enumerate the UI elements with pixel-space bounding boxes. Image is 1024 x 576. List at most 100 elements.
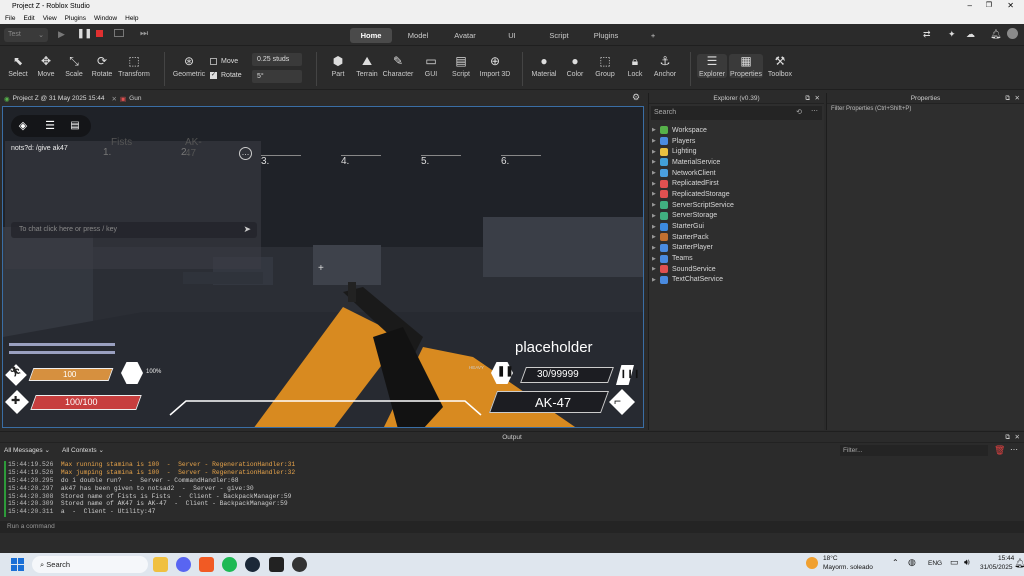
chevron-right-icon[interactable]: ▶ xyxy=(652,202,660,208)
spotify-icon[interactable] xyxy=(222,557,237,572)
anchor-button[interactable]: ⚓︎ Anchor xyxy=(650,54,680,78)
gui-button[interactable]: ▭ GUI xyxy=(416,54,446,78)
chevron-right-icon[interactable]: ▶ xyxy=(652,245,660,251)
material-button[interactable]: ● Material xyxy=(529,54,559,78)
maximize-button[interactable]: ❐ xyxy=(986,1,992,9)
more-options-icon[interactable]: ⋯ xyxy=(811,107,818,115)
brave-icon[interactable] xyxy=(199,557,214,572)
explorer-item[interactable]: ▶ Players xyxy=(649,136,824,147)
explorer-item[interactable]: ▶ StarterPack xyxy=(649,232,824,243)
hotbar-slot-1[interactable]: 1. Fists xyxy=(103,137,132,158)
file-explorer-icon[interactable] xyxy=(153,557,168,572)
close-icon[interactable]: ✕ xyxy=(1015,93,1020,104)
chevron-right-icon[interactable]: ▶ xyxy=(652,181,660,187)
geometric-button[interactable]: ⊛ Geometric xyxy=(171,54,207,78)
add-tab-button[interactable]: + xyxy=(644,28,662,43)
chevron-right-icon[interactable]: ▶ xyxy=(652,138,660,144)
mode-dropdown[interactable]: Test ⌄ xyxy=(4,28,48,42)
windows-start-icon[interactable] xyxy=(11,558,24,571)
clock-date[interactable]: 31/05/2025 xyxy=(980,564,1013,571)
menu-window[interactable]: Window xyxy=(94,15,117,22)
output-filter-input[interactable]: Filter... xyxy=(840,445,988,456)
hotbar-slot-3[interactable]: 3. xyxy=(261,155,301,167)
more-options-icon[interactable]: … xyxy=(239,147,252,160)
command-bar-input[interactable]: Run a command xyxy=(0,521,1024,533)
chevron-right-icon[interactable]: ▶ xyxy=(652,256,660,262)
explorer-item[interactable]: ▶ Teams xyxy=(649,253,824,264)
hotbar-slot-6[interactable]: 6. xyxy=(501,155,541,167)
minimize-button[interactable]: – xyxy=(968,1,972,10)
explorer-item[interactable]: ▶ MaterialService xyxy=(649,157,824,168)
roblox-menu-icon[interactable]: ◈ xyxy=(14,117,32,135)
clock-time[interactable]: 15:44 xyxy=(998,555,1014,562)
move-tool-button[interactable]: ✥ Move xyxy=(31,54,61,78)
chevron-right-icon[interactable]: ▶ xyxy=(652,149,660,155)
game-viewport[interactable]: ◈ ☰ ▤ nots?d: /give ak47 … To chat click… xyxy=(2,106,644,428)
explorer-item[interactable]: ▶ ReplicatedStorage xyxy=(649,189,824,200)
rotate-tool-button[interactable]: ⟳ Rotate xyxy=(87,54,117,78)
properties-panel-button[interactable]: ▦ Properties xyxy=(729,54,763,78)
scale-tool-button[interactable]: ⤡ Scale xyxy=(59,54,89,78)
tab-plugins[interactable]: Plugins xyxy=(586,28,626,43)
explorer-item[interactable]: ▶ TextChatService xyxy=(649,275,824,286)
part-button[interactable]: ⬢ Part xyxy=(323,54,353,78)
play-icon[interactable]: ▶ xyxy=(58,29,65,40)
chevron-right-icon[interactable]: ▶ xyxy=(652,170,660,176)
explorer-item[interactable]: ▶ ServerStorage xyxy=(649,211,824,222)
contexts-filter-dropdown[interactable]: All Contexts ⌄ xyxy=(62,446,104,454)
send-icon[interactable]: ➤ xyxy=(243,224,251,235)
explorer-item[interactable]: ▶ Lighting xyxy=(649,146,824,157)
close-icon[interactable]: ✕ xyxy=(815,93,820,104)
import-3d-button[interactable]: ⊕ Import 3D xyxy=(476,54,514,78)
language-indicator[interactable]: ENG xyxy=(928,560,942,567)
menu-plugins[interactable]: Plugins xyxy=(65,15,86,22)
chat-icon[interactable]: ▤ xyxy=(66,117,84,135)
pause-icon[interactable]: ❚❚ xyxy=(77,28,92,39)
move-snap-toggle[interactable]: Move xyxy=(210,58,238,65)
chevron-right-icon[interactable]: ▶ xyxy=(652,191,660,197)
chevron-right-icon[interactable]: ▶ xyxy=(652,127,660,133)
menu-view[interactable]: View xyxy=(43,15,57,22)
explorer-search-input[interactable]: Search ⟲ ⋯ xyxy=(651,106,822,120)
hotbar-slot-5[interactable]: 5. xyxy=(421,155,461,167)
lock-button[interactable]: 🔒︎ Lock xyxy=(620,54,650,78)
chevron-right-icon[interactable]: ▶ xyxy=(652,234,660,240)
step-icon[interactable]: ⏭ xyxy=(140,28,148,39)
hotbar-slot-2[interactable]: 2. AK-47 xyxy=(181,137,202,159)
tab-avatar[interactable]: Avatar xyxy=(446,28,484,43)
rotate-degrees-input[interactable]: 5° xyxy=(252,70,302,83)
explorer-item[interactable]: ▶ StarterPlayer xyxy=(649,243,824,254)
roblox-studio-icon[interactable] xyxy=(269,557,284,572)
menu-file[interactable]: File xyxy=(5,15,15,22)
group-button[interactable]: ⬚ Group xyxy=(590,54,620,78)
tab-gun[interactable]: ▣ Gun xyxy=(120,93,141,104)
tab-script[interactable]: Script xyxy=(540,28,578,43)
undock-icon[interactable]: ⧉ xyxy=(1005,432,1010,443)
explorer-item[interactable]: ▶ NetworkClient xyxy=(649,168,824,179)
hotbar-slot-4[interactable]: 4. xyxy=(341,155,381,167)
tab-place[interactable]: ◉ Project Z @ 31 May 2025 15:44 ✕ xyxy=(4,93,117,104)
transform-tool-button[interactable]: ⬚ Transform xyxy=(117,54,151,78)
gear-icon[interactable]: ⚙ xyxy=(632,92,640,103)
hamburger-icon[interactable]: ☰ xyxy=(41,117,59,135)
explorer-item[interactable]: ▶ StarterGui xyxy=(649,221,824,232)
notification-bell-icon[interactable]: 🔔︎ xyxy=(1014,558,1024,569)
undock-icon[interactable]: ⧉ xyxy=(805,93,810,104)
chevron-up-icon[interactable]: ⌃ xyxy=(892,558,899,567)
bell-icon[interactable]: 🔔︎ xyxy=(990,29,1001,40)
terrain-button[interactable]: ⛰ Terrain xyxy=(352,54,382,78)
toolbox-panel-button[interactable]: ⚒ Toolbox xyxy=(765,54,795,78)
script-button[interactable]: ▤ Script xyxy=(446,54,476,78)
chevron-right-icon[interactable]: ▶ xyxy=(652,266,660,272)
explorer-item[interactable]: ▶ ServerScriptService xyxy=(649,200,824,211)
close-icon[interactable]: ✕ xyxy=(1015,432,1020,443)
history-icon[interactable]: ⟲ xyxy=(796,108,802,116)
obs-icon[interactable] xyxy=(292,557,307,572)
undock-icon[interactable]: ⧉ xyxy=(1005,93,1010,104)
more-options-icon[interactable]: ⋯ xyxy=(1010,445,1018,454)
chevron-right-icon[interactable]: ▶ xyxy=(652,224,660,230)
explorer-item[interactable]: ▶ ReplicatedFirst xyxy=(649,178,824,189)
avatar[interactable] xyxy=(1007,28,1018,39)
stop-icon[interactable] xyxy=(96,30,103,37)
steam-icon[interactable] xyxy=(245,557,260,572)
